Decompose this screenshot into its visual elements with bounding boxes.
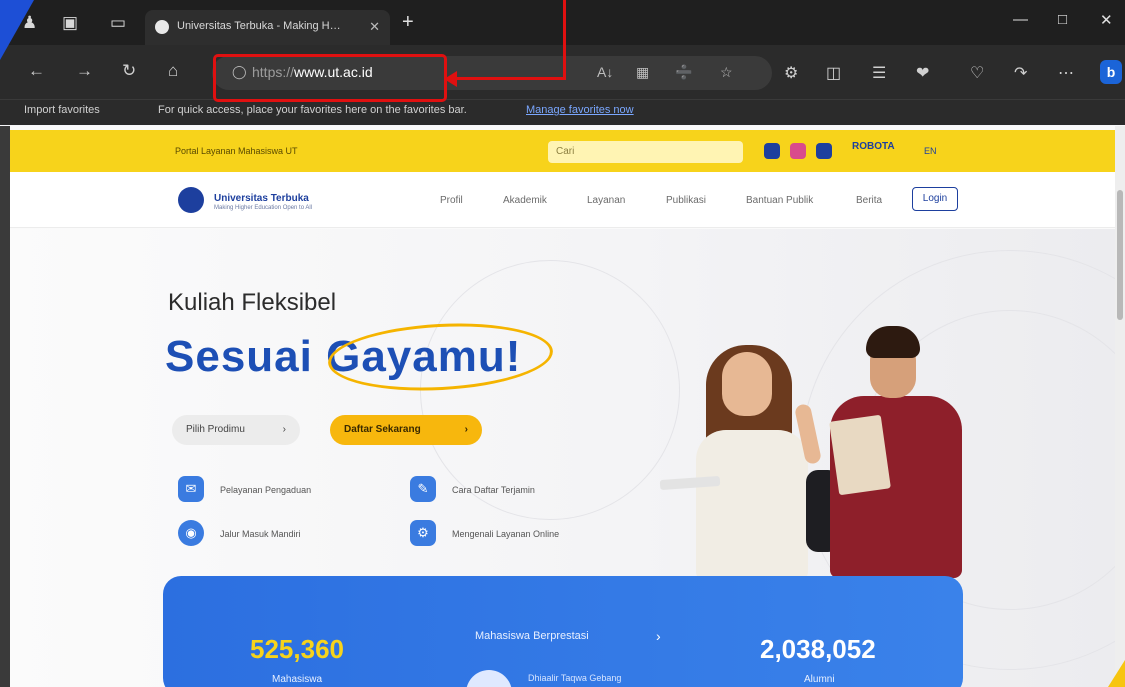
workspaces-icon[interactable]: ▣	[62, 14, 78, 31]
reader-icon[interactable]: ▦	[636, 64, 649, 81]
read-aloud-icon-2[interactable]: ➗	[675, 64, 692, 81]
complaint-service-icon[interactable]: ✉	[178, 476, 204, 502]
tab-title: Universitas Terbuka - Making H…	[177, 20, 341, 32]
manage-favorites-link[interactable]: Manage favorites now	[526, 104, 634, 116]
student-man-hair	[866, 326, 920, 358]
register-now-button[interactable]: Daftar Sekarang ›	[330, 415, 482, 445]
feature-complaint-service[interactable]: Pelayanan Pengaduan	[220, 485, 311, 495]
annotation-highlight-box	[213, 54, 447, 102]
site-search-input[interactable]	[548, 141, 743, 163]
outstanding-student-name: Dhiaalir Taqwa Gebang	[528, 673, 622, 683]
logo-name[interactable]: Universitas Terbuka	[214, 193, 309, 204]
scrollbar-thumb[interactable]	[1117, 190, 1123, 320]
search-placeholder: Cari	[556, 146, 575, 157]
admission-path-icon[interactable]: ◉	[178, 520, 204, 546]
extensions-icon[interactable]: ⚙	[784, 63, 798, 83]
menu-publikasi[interactable]: Publikasi	[666, 195, 706, 206]
refresh-icon[interactable]: ↻	[122, 62, 136, 79]
maximize-icon[interactable]: □	[1058, 11, 1067, 28]
import-favorites-button[interactable]: Import favorites	[24, 104, 100, 116]
tab-actions-icon[interactable]: ▭	[110, 14, 126, 31]
student-woman-body	[696, 430, 808, 580]
annotation-line-horizontal	[455, 77, 566, 80]
bing-copilot-button[interactable]: b	[1100, 60, 1122, 84]
background-ring	[420, 260, 680, 520]
feature-registration[interactable]: Cara Daftar Terjamin	[452, 485, 535, 495]
menu-layanan[interactable]: Layanan	[587, 195, 625, 206]
close-window-icon[interactable]: ✕	[1100, 11, 1113, 29]
students-label: Mahasiswa	[272, 674, 323, 685]
page-left-edge	[0, 126, 10, 687]
choose-program-label: Pilih Prodimu	[186, 424, 245, 435]
register-now-label: Daftar Sekarang	[344, 424, 421, 435]
screenshot-frame: ♟ ▣ ▭ Universitas Terbuka - Making H… ✕ …	[0, 0, 1125, 687]
favorites-hint-text: For quick access, place your favorites h…	[158, 104, 467, 116]
youtube-icon[interactable]	[764, 143, 780, 159]
strip-badge[interactable]: ROBOTA	[852, 141, 895, 152]
books	[829, 414, 891, 496]
ut-logo-icon[interactable]	[178, 187, 204, 213]
forward-icon[interactable]: →	[76, 62, 93, 79]
minimize-icon[interactable]: —	[1013, 11, 1028, 28]
registration-icon[interactable]: ✎	[410, 476, 436, 502]
more-options-icon[interactable]: ⋯	[1058, 63, 1074, 83]
hero-subtitle: Kuliah Fleksibel	[168, 289, 337, 316]
alumni-label: Alumni	[804, 674, 835, 685]
annotation-line-vertical	[563, 0, 566, 80]
favicon-icon	[155, 20, 169, 34]
feature-admission-path[interactable]: Jalur Masuk Mandiri	[220, 529, 301, 539]
favorites-icon[interactable]: ☰	[872, 63, 886, 83]
share-icon[interactable]: ↷	[1014, 63, 1027, 83]
favorite-star-icon[interactable]: ☆	[720, 64, 733, 81]
menu-profil[interactable]: Profil	[440, 195, 463, 206]
feature-online-service[interactable]: Mengenali Layanan Online	[452, 529, 559, 539]
menu-akademik[interactable]: Akademik	[503, 195, 547, 206]
menu-bantuan-publik[interactable]: Bantuan Publik	[746, 195, 813, 206]
facebook-icon[interactable]	[816, 143, 832, 159]
outstanding-students-link[interactable]: Mahasiswa Berprestasi	[475, 630, 589, 642]
language-switch[interactable]: EN	[924, 146, 937, 156]
choose-program-button[interactable]: Pilih Prodimu ›	[172, 415, 300, 445]
hero-title-part1: Sesuai	[165, 332, 327, 381]
menu-berita[interactable]: Berita	[856, 195, 882, 206]
corner-decoration-yellow	[1108, 660, 1125, 687]
top-strip-link[interactable]: Portal Layanan Mahasiswa UT	[175, 146, 298, 156]
browser-tab[interactable]: Universitas Terbuka - Making H… ✕	[145, 10, 390, 45]
split-screen-icon[interactable]: ◫	[826, 63, 841, 83]
logo-tagline: Making Higher Education Open to All	[214, 205, 313, 211]
corner-decoration	[0, 0, 34, 60]
instagram-icon[interactable]	[790, 143, 806, 159]
back-icon[interactable]: ←	[28, 62, 45, 79]
collections-icon[interactable]: ❤	[916, 63, 929, 83]
chevron-right-icon: ›	[464, 424, 468, 435]
home-icon[interactable]: ⌂	[168, 62, 178, 79]
students-count: 525,360	[250, 634, 344, 664]
alumni-count: 2,038,052	[760, 634, 876, 664]
read-aloud-icon[interactable]: A↓	[597, 64, 613, 80]
close-tab-icon[interactable]: ✕	[369, 19, 380, 35]
browser-essentials-icon[interactable]: ♡	[970, 63, 984, 83]
chevron-right-icon: ›	[282, 424, 286, 435]
student-woman-face	[722, 352, 772, 416]
new-tab-button[interactable]: +	[402, 12, 414, 32]
chevron-right-icon[interactable]: ›	[656, 628, 661, 644]
online-service-icon[interactable]: ⚙	[410, 520, 436, 546]
login-button[interactable]: Login	[912, 187, 958, 211]
